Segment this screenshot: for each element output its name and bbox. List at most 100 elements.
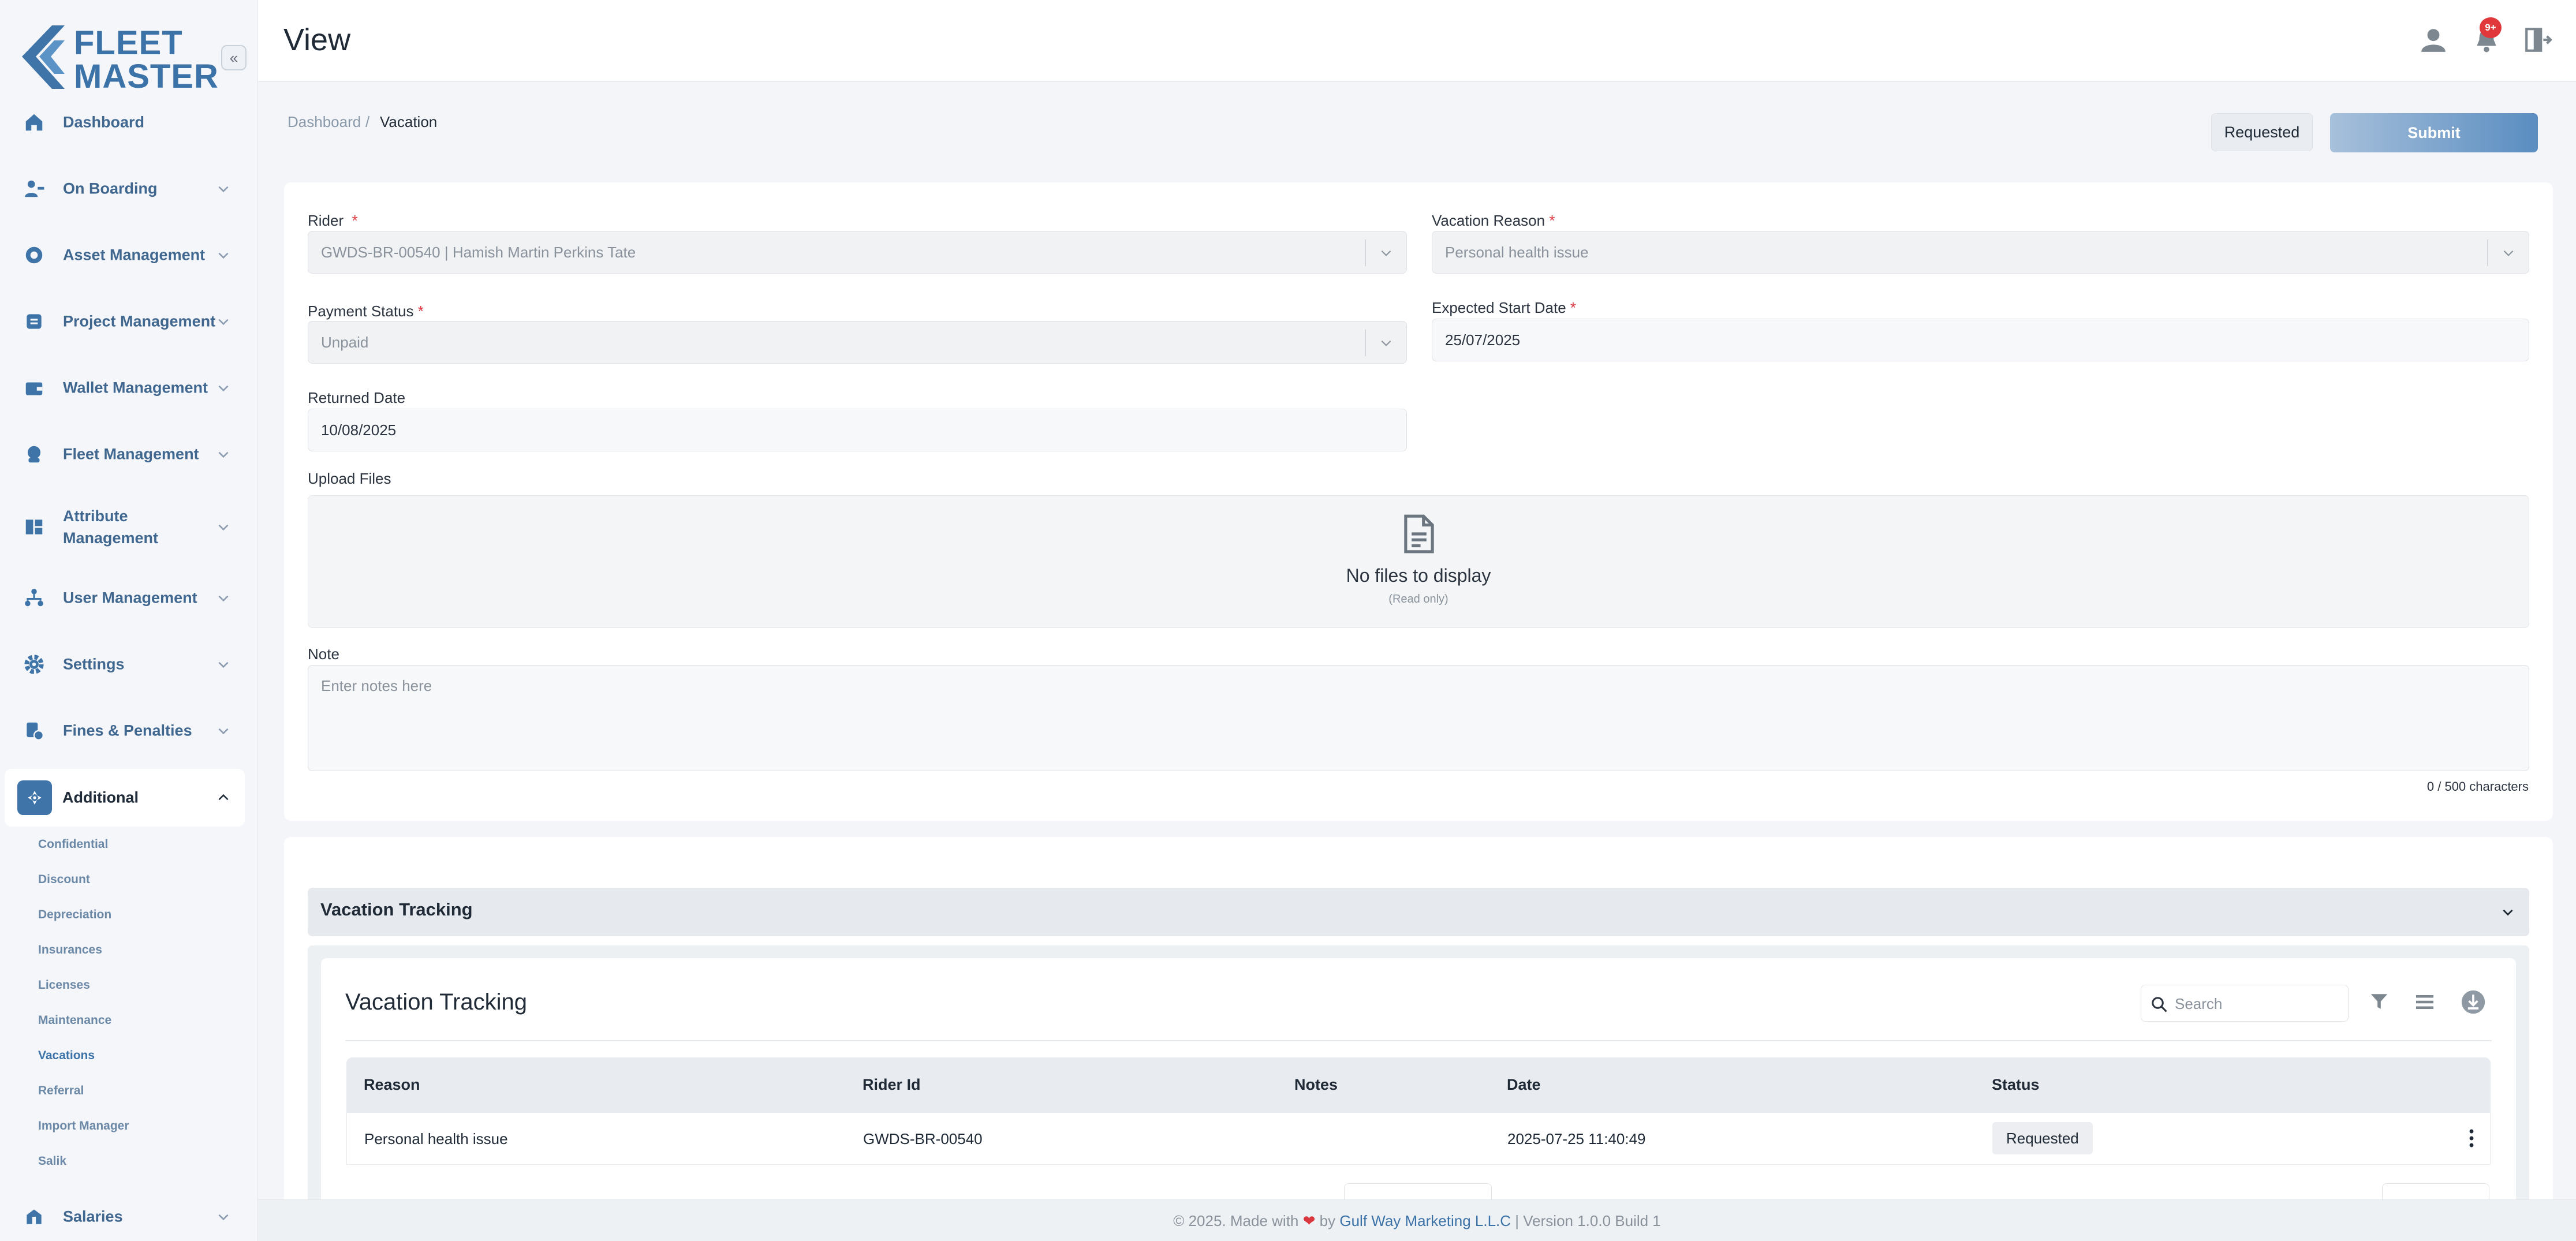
- sidebar-subitem-import-manager[interactable]: Import Manager: [38, 1119, 129, 1133]
- chevron-down-icon: [218, 595, 229, 602]
- sidebar-subitem-vacations[interactable]: Vacations: [38, 1049, 95, 1063]
- cell-date: 2025-07-25 11:40:49: [1507, 1130, 1646, 1147]
- columns-list-icon[interactable]: [2414, 992, 2435, 1012]
- sidebar-subitem-referral[interactable]: Referral: [38, 1084, 84, 1098]
- sidebar-item-salaries[interactable]: Salaries: [0, 1189, 257, 1241]
- fleet-icon: [27, 446, 41, 463]
- table-search-input[interactable]: Search: [2141, 985, 2349, 1022]
- returned-date-label: Returned Date: [308, 389, 406, 406]
- users-icon: [25, 589, 43, 607]
- returned-date-input[interactable]: 10/08/2025: [308, 409, 1407, 451]
- sidebar-subitem-discount[interactable]: Discount: [38, 873, 90, 887]
- sidebar-item-label: Project Management: [63, 312, 216, 330]
- sidebar-item-fleet-management[interactable]: Fleet Management: [0, 427, 257, 482]
- sidebar-item-project-management[interactable]: Project Management: [0, 294, 257, 349]
- upload-files-dropzone[interactable]: No files to display (Read only): [308, 495, 2529, 628]
- attribute-icon: [25, 519, 43, 534]
- sidebar-item-label: Attribute Management: [63, 507, 159, 547]
- no-files-text: No files to display: [1346, 565, 1491, 586]
- cell-rider-id: GWDS-BR-00540: [863, 1130, 983, 1147]
- vacation-reason-select[interactable]: Personal health issue: [1432, 231, 2529, 274]
- sidebar-item-label: Additional: [62, 788, 139, 806]
- sidebar-item-wallet-management[interactable]: Wallet Management: [0, 360, 257, 416]
- salaries-icon: [27, 1209, 42, 1224]
- logo-mark-icon: [22, 25, 65, 89]
- breadcrumb-current: Vacation: [380, 113, 438, 130]
- payment-status-select[interactable]: Unpaid: [308, 321, 1407, 364]
- download-icon[interactable]: [2461, 989, 2486, 1015]
- heart-icon: ❤: [1302, 1212, 1316, 1229]
- footer-by: by: [1319, 1212, 1336, 1229]
- column-header-rider-id[interactable]: Rider Id: [863, 1076, 921, 1094]
- logout-icon[interactable]: [2523, 25, 2552, 54]
- sidebar-item-dashboard[interactable]: Dashboard: [0, 95, 257, 150]
- project-icon: [27, 314, 42, 329]
- sidebar-subitem-insurances[interactable]: Insurances: [38, 943, 102, 957]
- asset-icon: [25, 246, 43, 264]
- rider-select[interactable]: GWDS-BR-00540 | Hamish Martin Perkins Ta…: [308, 231, 1407, 274]
- collapse-sidebar-button[interactable]: «: [221, 45, 247, 70]
- sidebar-subitem-salik[interactable]: Salik: [38, 1154, 66, 1168]
- chevron-down-icon: [1381, 340, 1391, 346]
- column-header-reason[interactable]: Reason: [364, 1076, 420, 1094]
- sidebar-item-label: Wallet Management: [63, 379, 208, 397]
- status-requested-button[interactable]: Requested: [2211, 113, 2313, 151]
- sidebar-item-user-management[interactable]: User Management: [0, 570, 257, 626]
- sidebar-item-additional[interactable]: Additional: [5, 769, 245, 827]
- sidebar-item-fines-penalties[interactable]: Fines & Penalties: [0, 703, 257, 758]
- row-actions-menu-icon[interactable]: [2461, 1128, 2482, 1149]
- sidebar-item-label: Dashboard: [63, 113, 145, 131]
- footer: © 2025. Made with ❤ by Gulf Way Marketin…: [258, 1199, 2576, 1241]
- chevron-down-icon: [218, 661, 229, 668]
- column-header-notes[interactable]: Notes: [1294, 1076, 1338, 1094]
- company-link[interactable]: Gulf Way Marketing L.L.C: [1339, 1212, 1511, 1229]
- user-onboarding-icon: [25, 180, 44, 197]
- footer-copyright: © 2025. Made with: [1173, 1212, 1299, 1229]
- chevron-down-icon: [218, 319, 229, 326]
- column-header-status[interactable]: Status: [1992, 1076, 2040, 1094]
- chevron-down-icon: [218, 186, 229, 193]
- document-icon: [1404, 514, 1434, 554]
- search-icon: [2152, 997, 2167, 1012]
- sidebar-item-label: Fleet Management: [63, 445, 199, 463]
- table-row[interactable]: Personal health issue GWDS-BR-00540 2025…: [346, 1113, 2491, 1165]
- status-badge: Requested: [1992, 1122, 2093, 1154]
- sidebar-item-settings[interactable]: Settings: [0, 637, 257, 692]
- gear-icon: [24, 655, 44, 674]
- filter-icon[interactable]: [2369, 992, 2389, 1011]
- chevron-down-icon: [218, 252, 229, 259]
- user-profile-icon[interactable]: [2419, 25, 2448, 54]
- sidebar-item-label: On Boarding: [63, 180, 158, 197]
- logo-text-fleet: FLEET: [74, 24, 183, 62]
- chevron-down-icon: [218, 728, 229, 735]
- chevron-down-icon: [2503, 250, 2514, 256]
- sidebar-item-on-boarding[interactable]: On Boarding: [0, 161, 257, 216]
- sidebar-subitem-confidential[interactable]: Confidential: [38, 838, 108, 851]
- fleet-master-logo[interactable]: FLEET MASTER: [16, 22, 218, 97]
- column-header-date[interactable]: Date: [1507, 1076, 1541, 1094]
- chevron-down-icon: [2503, 909, 2513, 916]
- sidebar-item-label: User Management: [63, 589, 197, 607]
- accordion-title: Vacation Tracking: [320, 899, 473, 919]
- sidebar-item-asset-management[interactable]: Asset Management: [0, 227, 257, 283]
- page-title: View: [283, 23, 351, 57]
- payment-status-label: Payment Status *: [308, 302, 424, 320]
- vacation-reason-label: Vacation Reason *: [1432, 212, 1555, 229]
- notification-badge: 9+: [2480, 17, 2502, 38]
- expected-start-date-input[interactable]: 25/07/2025: [1432, 319, 2529, 361]
- sidebar-subitem-depreciation[interactable]: Depreciation: [38, 908, 111, 922]
- chevron-up-icon: [218, 794, 229, 801]
- sidebar-item-label: Salaries: [63, 1208, 123, 1225]
- breadcrumb-dashboard[interactable]: Dashboard: [288, 113, 361, 131]
- expected-start-date-label: Expected Start Date *: [1432, 299, 1577, 316]
- submit-button[interactable]: Submit: [2330, 113, 2538, 152]
- sidebar-subitem-maintenance[interactable]: Maintenance: [38, 1014, 111, 1027]
- vacation-tracking-accordion[interactable]: Vacation Tracking: [308, 888, 2529, 936]
- note-textarea[interactable]: Enter notes here: [308, 665, 2529, 771]
- footer-version: | Version 1.0.0 Build 1: [1515, 1212, 1661, 1229]
- sidebar-item-label: Fines & Penalties: [63, 722, 192, 739]
- chevron-down-icon: [218, 451, 229, 458]
- sidebar-item-attribute-management[interactable]: Attribute Management: [0, 498, 257, 556]
- chevron-down-icon: [218, 385, 229, 392]
- sidebar-subitem-licenses[interactable]: Licenses: [38, 978, 90, 992]
